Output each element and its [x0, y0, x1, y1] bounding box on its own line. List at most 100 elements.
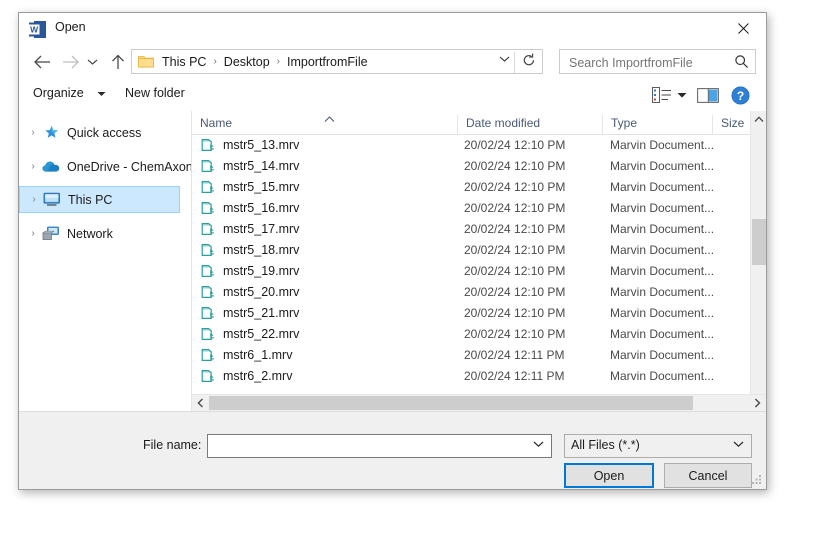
refresh-icon[interactable] — [522, 53, 536, 71]
help-icon[interactable]: ? — [724, 83, 756, 107]
preview-pane-icon[interactable] — [692, 83, 724, 107]
recent-locations-button[interactable] — [82, 49, 102, 75]
table-row[interactable]: mstr5_17.mrv20/02/24 12:10 PMMarvin Docu… — [192, 219, 766, 240]
table-row[interactable]: mstr5_14.mrv20/02/24 12:10 PMMarvin Docu… — [192, 156, 766, 177]
chevron-down-icon[interactable] — [499, 54, 510, 66]
table-row[interactable]: mstr5_18.mrv20/02/24 12:10 PMMarvin Docu… — [192, 240, 766, 261]
file-type-cell: Marvin Document... — [610, 222, 714, 236]
sidebar-item-onedrive[interactable]: › OneDrive - ChemAxon — [19, 153, 191, 180]
column-header-label[interactable]: Size — [721, 116, 744, 130]
chevron-right-icon[interactable]: › — [26, 194, 42, 205]
resize-grip[interactable] — [752, 475, 763, 486]
file-name-cell[interactable]: mstr5_15.mrv — [200, 179, 299, 195]
table-row[interactable]: mstr6_1.mrv20/02/24 12:11 PMMarvin Docum… — [192, 345, 766, 366]
file-name-cell[interactable]: mstr5_14.mrv — [200, 158, 299, 174]
chevron-right-icon[interactable]: › — [25, 228, 41, 239]
column-header-label[interactable]: Date modified — [466, 116, 540, 130]
file-name-cell[interactable]: mstr5_19.mrv — [200, 263, 299, 279]
new-folder-button[interactable]: New folder — [125, 86, 185, 100]
table-row[interactable]: mstr5_22.mrv20/02/24 12:10 PMMarvin Docu… — [192, 324, 766, 345]
address-bar[interactable]: This PC › Desktop › ImportfromFile — [131, 49, 543, 74]
table-row[interactable]: mstr5_19.mrv20/02/24 12:10 PMMarvin Docu… — [192, 261, 766, 282]
chevron-down-icon[interactable] — [533, 439, 544, 451]
file-type-filter-combo[interactable]: All Files (*.*) — [564, 434, 752, 458]
horizontal-scrollbar[interactable] — [192, 394, 766, 411]
file-date-cell: 20/02/24 12:11 PM — [464, 369, 565, 383]
chevron-down-icon[interactable] — [733, 439, 744, 451]
file-type-cell: Marvin Document... — [610, 138, 714, 152]
file-name-text: mstr5_18.mrv — [223, 243, 299, 257]
chevron-right-icon[interactable]: › — [25, 127, 41, 138]
address-divider — [514, 52, 515, 73]
file-date-cell: 20/02/24 12:10 PM — [464, 138, 565, 152]
search-input[interactable] — [567, 50, 731, 75]
chevron-down-icon[interactable] — [97, 90, 106, 99]
sort-ascending-icon — [324, 112, 335, 128]
organize-button[interactable]: Organize — [33, 86, 84, 100]
horizontal-scroll-thumb[interactable] — [209, 396, 693, 410]
file-name-cell[interactable]: mstr5_17.mrv — [200, 221, 299, 237]
network-icon — [41, 225, 61, 242]
search-box[interactable] — [559, 49, 756, 74]
file-name-cell[interactable]: mstr5_16.mrv — [200, 200, 299, 216]
file-name-cell[interactable]: mstr5_20.mrv — [200, 284, 299, 300]
word-icon: W — [29, 21, 46, 38]
scroll-up-button[interactable] — [751, 111, 766, 128]
file-name-text: mstr5_14.mrv — [223, 159, 299, 173]
file-name-cell[interactable]: mstr5_18.mrv — [200, 242, 299, 258]
table-row[interactable]: mstr5_21.mrv20/02/24 12:10 PMMarvin Docu… — [192, 303, 766, 324]
file-type-cell: Marvin Document... — [610, 327, 714, 341]
table-row[interactable]: mstr5_15.mrv 20/02/24 12:10 PM Marvin Docu… — [192, 177, 766, 198]
svg-text:W: W — [30, 25, 39, 35]
sidebar-item-label: OneDrive - ChemAxon — [67, 160, 191, 174]
scroll-right-button[interactable] — [749, 395, 766, 411]
table-row[interactable]: mstr5_16.mrv20/02/24 12:10 PMMarvin Docu… — [192, 198, 766, 219]
search-icon[interactable] — [734, 54, 749, 72]
vertical-scrollbar[interactable] — [750, 111, 766, 411]
sidebar-item-label: Network — [67, 227, 113, 241]
vertical-scroll-thumb[interactable] — [752, 219, 766, 265]
file-type-cell: Marvin Document... — [610, 264, 714, 278]
cancel-button[interactable]: Cancel — [664, 463, 752, 488]
dialog-body: › Quick access › — [19, 111, 766, 411]
file-name-cell[interactable]: mstr6_1.mrv — [200, 347, 292, 363]
breadcrumb-item-2[interactable]: ImportfromFile — [285, 54, 370, 70]
chevron-right-icon[interactable]: › — [25, 161, 41, 172]
column-header-label[interactable]: Type — [611, 116, 637, 130]
table-row[interactable]: mstr6_2.mrv20/02/24 12:11 PMMarvin Docum… — [192, 366, 766, 387]
breadcrumb-separator: › — [208, 54, 221, 70]
file-name-input[interactable] — [212, 435, 526, 459]
breadcrumb-item-1[interactable]: Desktop — [222, 54, 272, 70]
file-date-cell: 20/02/24 12:10 PM — [464, 201, 565, 215]
file-name-cell[interactable]: mstr6_2.mrv — [200, 368, 292, 384]
file-name-text: mstr5_16.mrv — [223, 201, 299, 215]
close-button[interactable] — [721, 13, 766, 43]
file-name-cell[interactable]: mstr5_22.mrv — [200, 326, 299, 342]
up-button[interactable] — [105, 49, 131, 75]
column-header-name: Name — [192, 115, 457, 134]
table-row[interactable]: mstr5_20.mrv20/02/24 12:10 PMMarvin Docu… — [192, 282, 766, 303]
column-header-label[interactable]: Name — [200, 116, 232, 130]
file-list-pane: Name Date modified Type Size — [192, 111, 766, 411]
file-name-cell[interactable]: mstr5_21.mrv — [200, 305, 299, 321]
scroll-left-button[interactable] — [192, 395, 209, 411]
column-headers: Name Date modified Type Size — [192, 111, 766, 135]
open-button[interactable]: Open — [564, 463, 654, 488]
file-date-cell: 20/02/24 12:10 PM — [464, 243, 565, 257]
breadcrumb-item-0[interactable]: This PC — [160, 54, 208, 70]
table-row[interactable]: mstr5_13.mrv 20/02/24 12:10 PM Marvin Docu… — [192, 135, 766, 156]
sidebar-item-network[interactable]: › Network — [19, 220, 191, 247]
sidebar-item-label: Quick access — [67, 126, 141, 140]
file-type-cell: Marvin Document... — [610, 285, 714, 299]
computer-icon — [42, 191, 62, 208]
column-header-type: Type — [602, 115, 712, 134]
back-button[interactable] — [29, 49, 55, 75]
sidebar-item-this-pc[interactable]: › This PC — [19, 186, 180, 213]
file-name-cell[interactable]: mstr5_13.mrv — [200, 137, 299, 153]
file-name-text: mstr5_15.mrv — [223, 180, 299, 194]
file-date-cell: 20/02/24 12:10 PM — [464, 180, 565, 194]
file-type-cell: Marvin Document... — [610, 180, 714, 194]
sidebar-item-quick-access[interactable]: › Quick access — [19, 119, 191, 146]
chevron-down-icon[interactable] — [672, 83, 692, 107]
file-name-combo[interactable] — [207, 434, 552, 458]
